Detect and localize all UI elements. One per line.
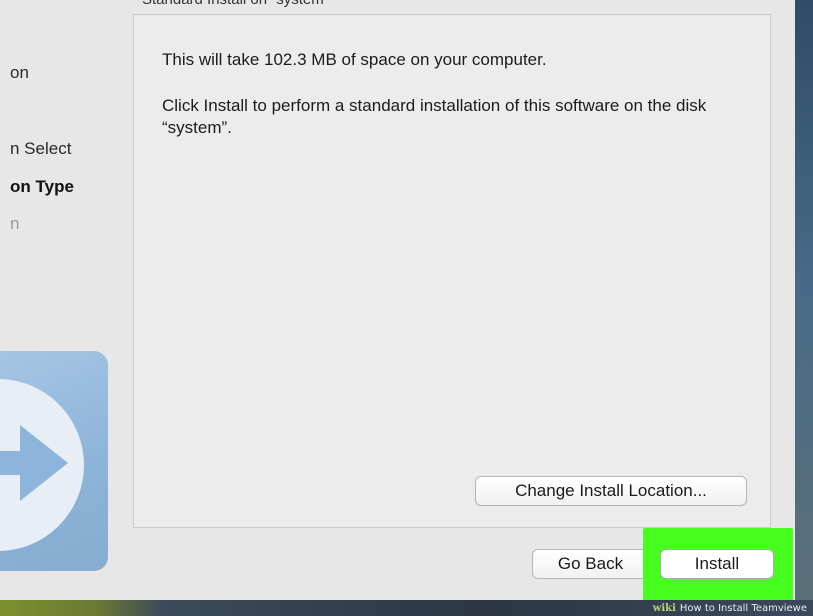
desktop-background-bottom: wiki How to Install Teamviewe [0,600,813,616]
window-subtitle: Standard Install on “system” [142,0,329,8]
content-panel: This will take 102.3 MB of space on your… [133,14,771,528]
installer-window: Standard Install on “system” on n Select… [0,0,795,601]
sidebar-step-introduction: on [10,63,29,82]
change-install-location-button[interactable]: Change Install Location... [475,476,747,506]
installer-sidebar: on n Select on Type n [0,0,120,600]
go-back-button[interactable]: Go Back [532,549,649,579]
install-instruction-text: Click Install to perform a standard inst… [162,96,707,137]
watermark: wiki How to Install Teamviewe [653,601,807,615]
watermark-text: How to Install Teamviewe [679,602,807,614]
arrow-icon [0,425,68,501]
teamviewer-logo [0,351,108,571]
sidebar-step-installation: n [10,214,20,233]
space-requirement-text: This will take 102.3 MB of space on your… [162,50,547,69]
sidebar-step-installation-type: on Type [10,177,74,196]
sidebar-step-destination-select: n Select [10,139,72,158]
install-button[interactable]: Install [660,549,774,579]
watermark-brand: wiki [652,602,676,614]
desktop-background-right [795,0,813,616]
